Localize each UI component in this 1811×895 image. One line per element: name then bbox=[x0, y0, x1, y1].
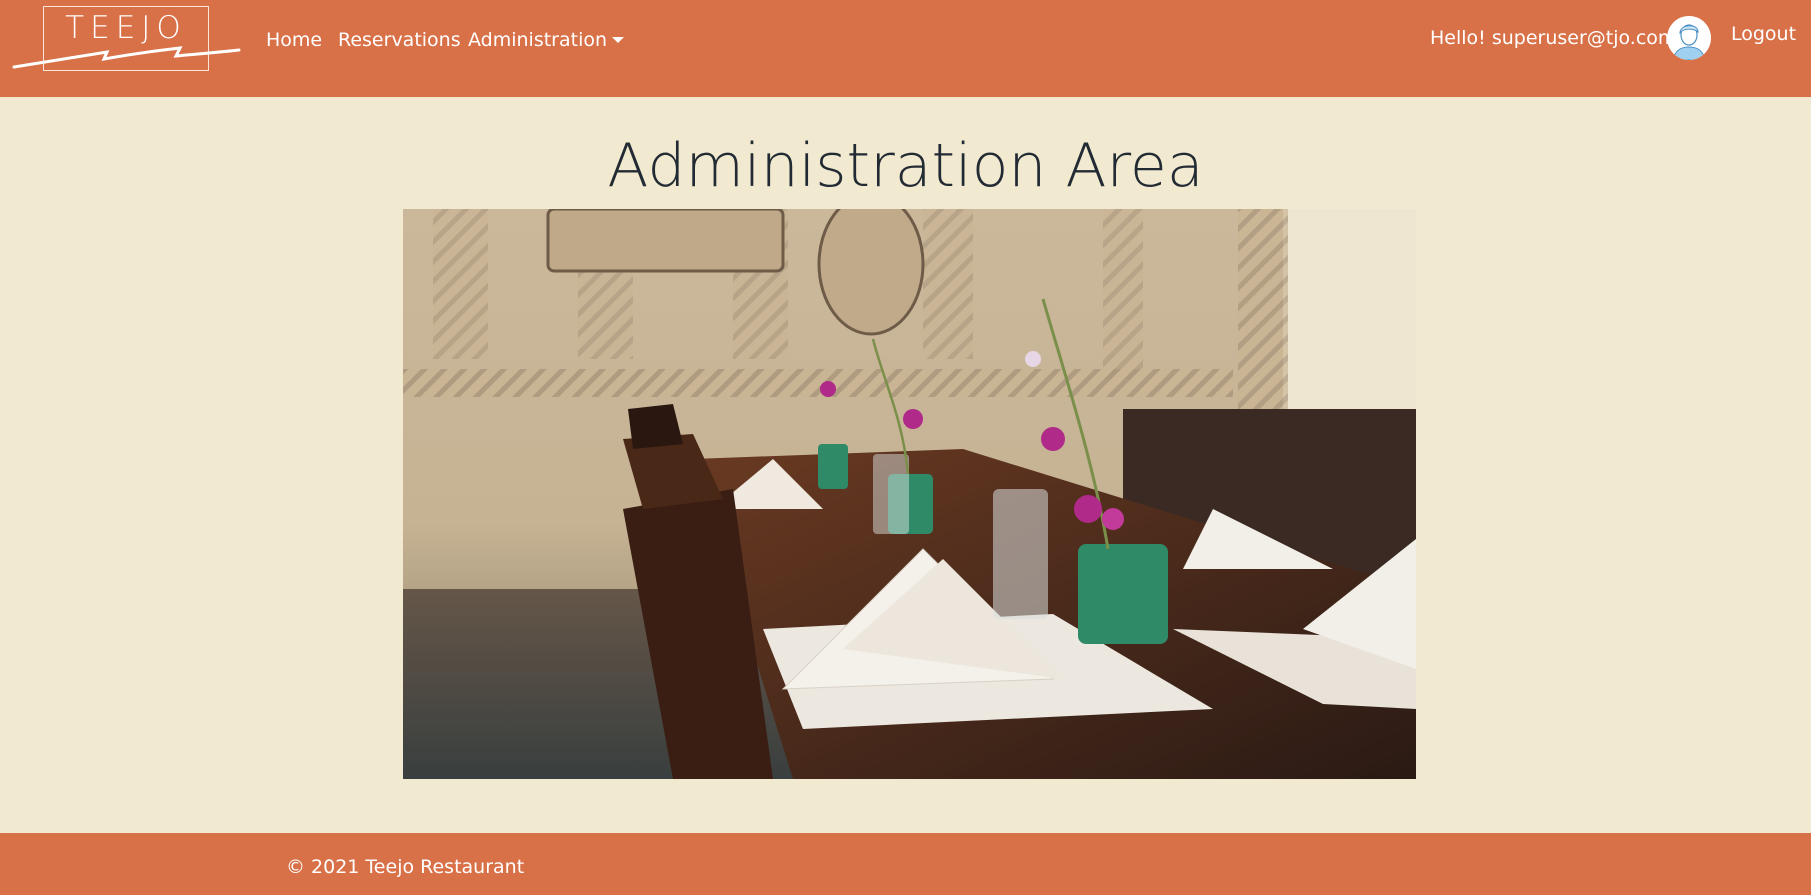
nav-home-link[interactable]: Home bbox=[266, 28, 322, 52]
hero-image bbox=[403, 209, 1416, 779]
navbar: TEEJO Home Reservations Administration H… bbox=[0, 0, 1811, 97]
user-greeting: Hello! superuser@tjo.com bbox=[1430, 27, 1677, 49]
nav-reservations-link[interactable]: Reservations bbox=[338, 28, 461, 52]
page-title: Administration Area bbox=[607, 131, 1204, 201]
chevron-down-icon[interactable] bbox=[612, 37, 624, 43]
brand-swoosh-icon bbox=[12, 46, 241, 69]
restaurant-table-image bbox=[403, 209, 1416, 779]
nav-administration-dropdown[interactable]: Administration bbox=[468, 28, 607, 52]
footer-copyright: © 2021 Teejo Restaurant bbox=[286, 856, 525, 878]
footer: © 2021 Teejo Restaurant bbox=[0, 833, 1811, 895]
brand-logo[interactable]: TEEJO bbox=[12, 6, 242, 74]
logout-link[interactable]: Logout bbox=[1731, 22, 1796, 46]
user-avatar-icon bbox=[1667, 16, 1711, 60]
avatar[interactable] bbox=[1667, 16, 1711, 60]
